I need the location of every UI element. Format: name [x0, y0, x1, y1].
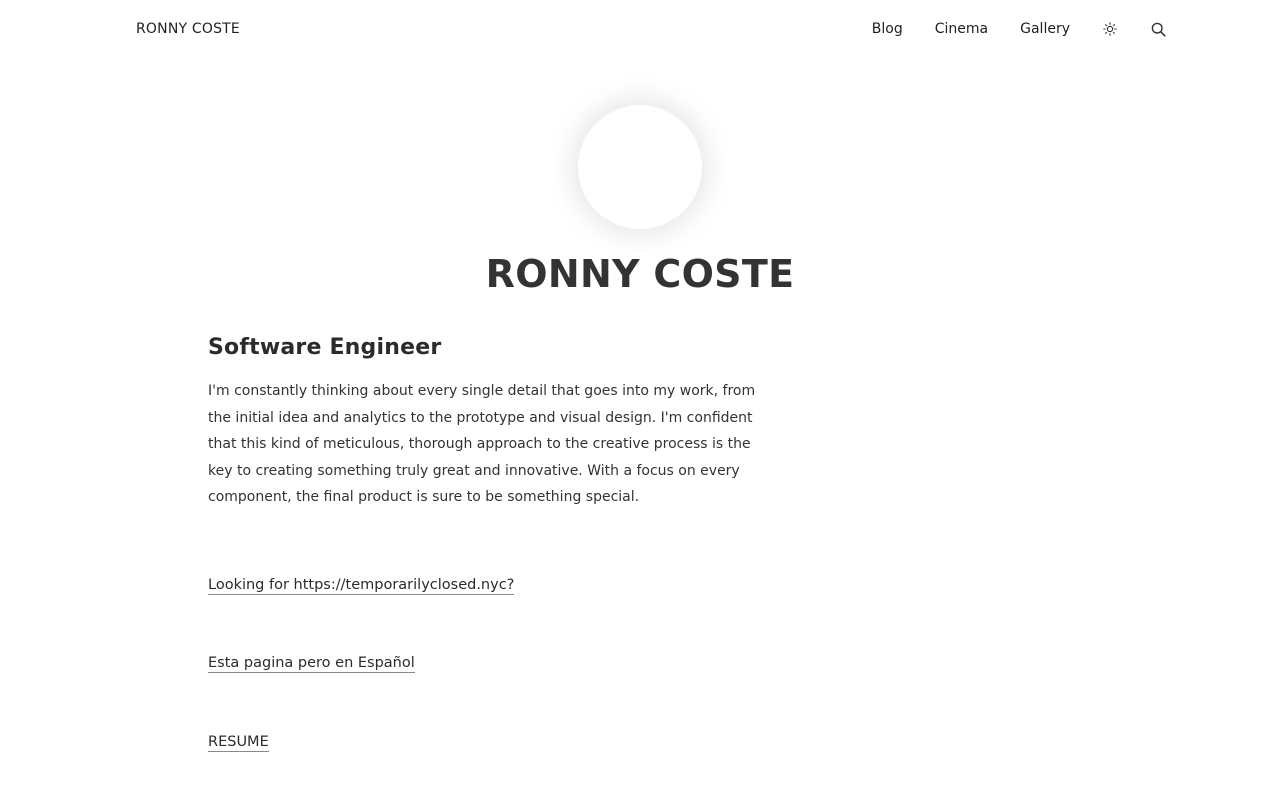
sun-icon	[1103, 22, 1117, 36]
site-header: RONNY COSTE Blog Cinema Gallery	[0, 0, 1280, 60]
profile-avatar	[578, 105, 702, 229]
search-button[interactable]	[1150, 20, 1166, 38]
main-nav: Blog Cinema Gallery	[872, 20, 1166, 38]
nav-gallery-link[interactable]: Gallery	[1020, 21, 1070, 37]
resume-link-row: RESUME	[208, 731, 269, 752]
profile-bio: I'm constantly thinking about every sing…	[208, 383, 756, 505]
site-brand-link[interactable]: RONNY COSTE	[136, 21, 240, 37]
spanish-link-row: Esta pagina pero en Español	[208, 652, 415, 673]
nav-cinema-link[interactable]: Cinema	[935, 21, 988, 37]
temporarily-closed-link-row: Looking for https://temporarilyclosed.ny…	[208, 574, 515, 595]
theme-toggle-button[interactable]	[1102, 20, 1118, 38]
resume-link[interactable]: RESUME	[208, 733, 269, 752]
temporarily-closed-link[interactable]: Looking for https://temporarilyclosed.ny…	[208, 576, 515, 595]
spanish-version-link[interactable]: Esta pagina pero en Español	[208, 654, 415, 673]
profile-intro: Software Engineer I'm constantly thinkin…	[208, 335, 778, 511]
profile-role-heading: Software Engineer	[208, 335, 442, 360]
profile-name: RONNY COSTE	[485, 252, 795, 296]
search-icon	[1151, 22, 1166, 37]
nav-blog-link[interactable]: Blog	[872, 21, 903, 37]
